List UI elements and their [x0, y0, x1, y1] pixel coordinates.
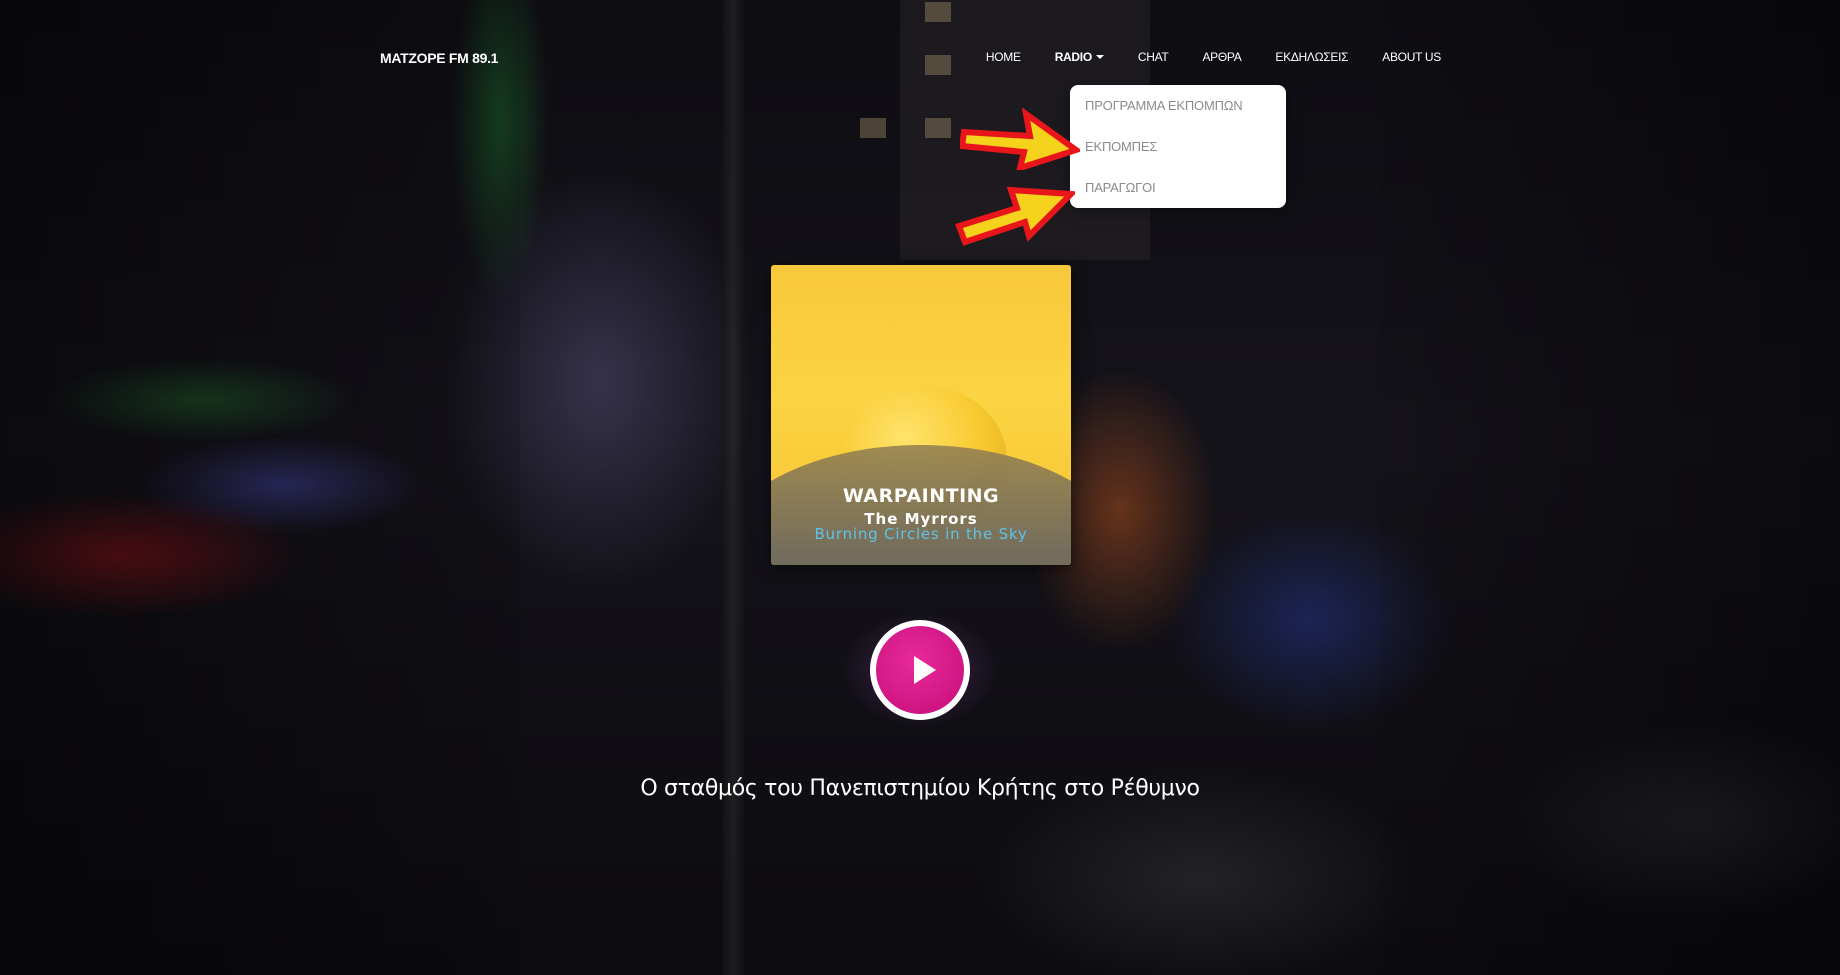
play-icon [914, 656, 936, 684]
nav-articles[interactable]: ΑΡΘΡΑ [1185, 50, 1258, 64]
play-button-inner [876, 626, 964, 714]
page-background: MATZOPE FM 89.1 HOME RADIO CHAT ΑΡΘΡΑ ΕΚ… [0, 0, 1840, 975]
nav-about-us[interactable]: ABOUT US [1365, 50, 1458, 64]
background-window [925, 118, 951, 138]
dropdown-item-shows[interactable]: ΕΚΠΟΜΠΕΣ [1085, 139, 1157, 154]
navbar: MATZOPE FM 89.1 HOME RADIO CHAT ΑΡΘΡΑ ΕΚ… [0, 0, 1840, 118]
album-title: WARPAINTING [842, 485, 1000, 507]
background-window [860, 118, 886, 138]
background-wall-right [1380, 0, 1840, 975]
arrow-icon [960, 108, 1080, 170]
nav-radio-label: RADIO [1054, 50, 1092, 64]
nav-home[interactable]: HOME [969, 50, 1038, 64]
nav-radio-dropdown-toggle[interactable]: RADIO [1038, 50, 1121, 64]
album-cover: WARPAINTING The Myrrors Burning Circles … [771, 265, 1071, 565]
radio-dropdown-menu: ΠΡΟΓΡΑΜΜΑ ΕΚΠΟΜΠΩΝ ΕΚΠΟΜΠΕΣ ΠΑΡΑΓΩΓΟΙ [1070, 85, 1286, 208]
caret-down-icon [1095, 55, 1104, 59]
play-button[interactable] [870, 620, 970, 720]
nav-chat[interactable]: CHAT [1121, 50, 1186, 64]
station-tagline: Ο σταθμός του Πανεπιστημίου Κρήτης στο Ρ… [640, 776, 1200, 801]
background-wall-left [0, 0, 520, 975]
nav-events[interactable]: ΕΚΔΗΛΩΣΕΙΣ [1258, 50, 1365, 64]
arrow-icon [955, 186, 1075, 246]
dropdown-item-producers[interactable]: ΠΑΡΑΓΩΓΟΙ [1085, 180, 1156, 195]
background-pole [722, 0, 744, 975]
nav-links: HOME RADIO CHAT ΑΡΘΡΑ ΕΚΔΗΛΩΣΕΙΣ ABOUT U… [969, 50, 1458, 64]
brand-logo[interactable]: MATZOPE FM 89.1 [380, 50, 498, 66]
dropdown-item-program[interactable]: ΠΡΟΓΡΑΜΜΑ ΕΚΠΟΜΠΩΝ [1085, 98, 1243, 113]
album-track: Burning Circles in the Sky [814, 525, 1028, 543]
